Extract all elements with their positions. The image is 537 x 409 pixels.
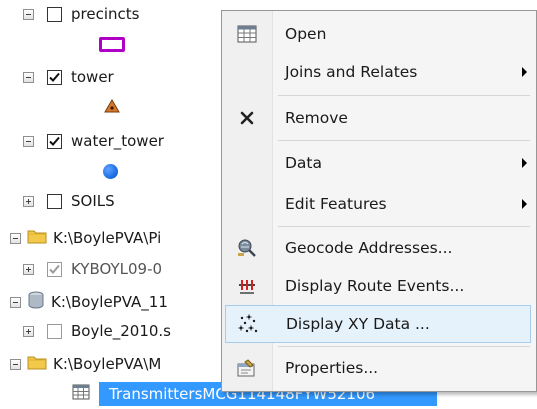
menu-separator: [278, 140, 530, 141]
expand-toggle[interactable]: [23, 325, 34, 337]
collapse-toggle[interactable]: [10, 232, 21, 244]
circle-symbol-icon: [103, 164, 118, 179]
workspace-row[interactable]: K:\BoylePVA\M: [10, 354, 161, 374]
workspace-path: K:\BoylePVA\Pi: [53, 229, 162, 247]
context-menu: Open Joins and Relates Remove Data Edit …: [221, 10, 537, 392]
layer-visibility-checkbox[interactable]: [47, 69, 62, 85]
submenu-arrow-icon: [522, 199, 527, 209]
collapse-toggle[interactable]: [23, 135, 34, 147]
menu-item-label: Remove: [285, 109, 348, 127]
folder-icon: [27, 228, 47, 248]
layer-name: Boyle_2010.s: [71, 322, 171, 340]
layer-name: precincts: [71, 5, 140, 23]
collapse-toggle[interactable]: [10, 296, 21, 308]
menu-item-open[interactable]: Open: [225, 17, 531, 51]
menu-item-remove[interactable]: Remove: [225, 99, 531, 137]
layer-visibility-checkbox[interactable]: [47, 193, 62, 209]
table-icon: [72, 384, 90, 400]
expand-toggle[interactable]: [23, 263, 34, 275]
workspace-row[interactable]: K:\BoylePVA_11: [10, 291, 168, 313]
xy-data-icon: [226, 314, 270, 334]
expand-toggle[interactable]: [23, 195, 34, 207]
menu-item-edit-features[interactable]: Edit Features: [225, 185, 531, 223]
menu-item-geocode-addresses[interactable]: Geocode Addresses...: [225, 229, 531, 267]
menu-item-label: Data: [285, 154, 323, 172]
collapse-toggle[interactable]: [10, 358, 21, 370]
layer-row-boyle-2010[interactable]: Boyle_2010.s: [23, 322, 171, 340]
layer-visibility-checkbox[interactable]: [47, 6, 62, 22]
menu-item-display-route-events[interactable]: Display Route Events...: [225, 267, 531, 305]
collapse-toggle[interactable]: [23, 8, 34, 20]
menu-separator: [278, 95, 530, 96]
layer-visibility-checkbox[interactable]: [47, 133, 62, 149]
menu-item-data[interactable]: Data: [225, 143, 531, 183]
layer-row-tower[interactable]: tower: [23, 68, 114, 86]
menu-item-label: Edit Features: [285, 195, 387, 213]
menu-item-joins-and-relates[interactable]: Joins and Relates: [225, 53, 531, 91]
route-events-icon: [225, 277, 269, 295]
menu-item-label: Display XY Data ...: [286, 315, 430, 333]
remove-x-icon: [225, 111, 269, 125]
menu-item-label: Open: [285, 25, 327, 43]
geocode-icon: [225, 238, 269, 258]
layer-row-soils[interactable]: SOILS: [23, 192, 115, 210]
layer-row-water-tower[interactable]: water_tower: [23, 132, 164, 150]
layer-row-kyboyl09[interactable]: KYBOYL09-0: [23, 260, 162, 278]
menu-separator: [278, 226, 530, 227]
workspace-path: K:\BoylePVA_11: [51, 293, 168, 311]
layer-name: water_tower: [71, 132, 164, 150]
menu-item-properties[interactable]: Properties...: [225, 349, 531, 387]
menu-separator: [278, 346, 530, 347]
workspace-row[interactable]: K:\BoylePVA\Pi: [10, 228, 161, 248]
workspace-path: K:\BoylePVA\M: [53, 355, 162, 373]
layer-row-precincts[interactable]: precincts: [23, 5, 139, 23]
layer-visibility-checkbox[interactable]: [47, 261, 62, 277]
triangle-symbol-icon: [104, 98, 120, 117]
menu-item-label: Geocode Addresses...: [285, 239, 453, 257]
layer-name: tower: [71, 68, 114, 86]
menu-item-label: Properties...: [285, 359, 379, 377]
menu-item-display-xy-data[interactable]: Display XY Data ...: [225, 305, 531, 343]
layer-name: SOILS: [71, 192, 115, 210]
layer-name: KYBOYL09-0: [71, 260, 163, 278]
menu-item-label: Display Route Events...: [285, 277, 465, 295]
layer-visibility-checkbox[interactable]: [47, 323, 62, 339]
collapse-toggle[interactable]: [23, 71, 34, 83]
polygon-symbol-icon: [99, 37, 125, 52]
table-icon: [225, 25, 269, 43]
submenu-arrow-icon: [522, 67, 527, 77]
properties-icon: [225, 358, 269, 378]
menu-item-label: Joins and Relates: [285, 63, 418, 81]
submenu-arrow-icon: [522, 158, 527, 168]
folder-icon: [27, 354, 47, 374]
database-icon: [27, 291, 45, 313]
